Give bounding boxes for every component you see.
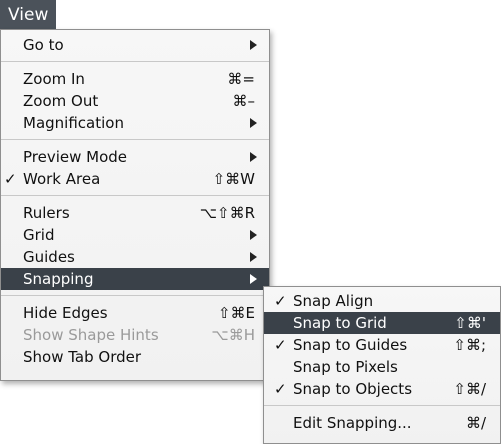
menu-item-label: Preview Mode [23,148,128,166]
checkmark-icon: ✓ [274,336,287,354]
submenu-arrow-icon [250,252,257,262]
menu-item-shortcut: ⇧⌘' [454,314,486,332]
menu-item-snap-align[interactable]: ✓ Snap Align [264,290,500,312]
menu-item-label: Rulers [23,204,70,222]
menu-item-label: Go to [23,36,64,54]
submenu-arrow-icon [250,274,257,284]
menu-item-label: Snap to Guides [293,336,408,354]
menu-separator [1,290,269,302]
menu-item-zoom-out[interactable]: Zoom Out ⌘– [1,90,269,112]
menu-item-zoom-in[interactable]: Zoom In ⌘= [1,68,269,90]
menu-item-work-area[interactable]: ✓ Work Area ⇧⌘W [1,168,269,190]
snapping-submenu: ✓ Snap Align Snap to Grid ⇧⌘' ✓ Snap to … [263,286,501,444]
menu-item-snap-to-guides[interactable]: ✓ Snap to Guides ⇧⌘; [264,334,500,356]
menu-item-show-tab-order[interactable]: Show Tab Order [1,346,269,368]
menu-item-rulers[interactable]: Rulers ⌥⇧⌘R [1,202,269,224]
menu-title-view[interactable]: View [0,0,56,29]
menu-item-grid[interactable]: Grid [1,224,269,246]
menu-item-label: Zoom Out [23,92,99,110]
checkmark-icon: ✓ [274,292,287,310]
menu-item-label: Snap Align [293,292,374,310]
menu-item-shortcut: ⇧⌘; [453,336,486,354]
menu-item-label: Snap to Grid [293,314,387,332]
menu-item-shortcut: ⌘– [232,92,256,110]
menu-item-show-shape-hints[interactable]: Show Shape Hints ⌥⌘H [1,324,269,346]
menu-item-label: Snap to Pixels [293,358,398,376]
menu-item-label: Snapping [23,270,94,288]
menu-item-label: Guides [23,248,75,266]
menu-item-shortcut: ⌥⇧⌘R [199,204,255,222]
menu-separator [264,400,500,412]
submenu-arrow-icon [250,40,257,50]
menu-item-shortcut: ⌘/ [465,414,486,432]
submenu-arrow-icon [250,118,257,128]
menu-item-shortcut: ⇧⌘/ [453,380,486,398]
menu-item-preview-mode[interactable]: Preview Mode [1,146,269,168]
checkmark-icon: ✓ [4,170,17,188]
menu-item-snap-to-objects[interactable]: ✓ Snap to Objects ⇧⌘/ [264,378,500,400]
menu-separator [1,190,269,202]
menu-item-shortcut: ⇧⌘E [217,304,255,322]
menu-item-guides[interactable]: Guides [1,246,269,268]
menu-separator [1,56,269,68]
menu-item-magnification[interactable]: Magnification [1,112,269,134]
menu-item-label: Snap to Objects [293,380,413,398]
menu-item-hide-edges[interactable]: Hide Edges ⇧⌘E [1,302,269,324]
menu-item-label: Zoom In [23,70,85,88]
menu-item-label: Show Shape Hints [23,326,159,344]
menu-item-label: Work Area [23,170,101,188]
submenu-arrow-icon [250,230,257,240]
menu-item-snap-to-grid[interactable]: Snap to Grid ⇧⌘' [264,312,500,334]
menu-item-label: Edit Snapping... [293,414,412,432]
menu-separator [1,134,269,146]
menu-item-snap-to-pixels[interactable]: Snap to Pixels [264,356,500,378]
menu-item-label: Magnification [23,114,124,132]
menu-item-go-to[interactable]: Go to [1,34,269,56]
menu-item-snapping[interactable]: Snapping [1,268,269,290]
checkmark-icon: ✓ [274,380,287,398]
menu-item-label: Show Tab Order [23,348,142,366]
menu-item-shortcut: ⌥⌘H [211,326,255,344]
menu-item-shortcut: ⇧⌘W [212,170,255,188]
menu-item-shortcut: ⌘= [227,70,255,88]
menu-item-label: Grid [23,226,55,244]
menu-item-edit-snapping[interactable]: Edit Snapping... ⌘/ [264,412,500,434]
submenu-arrow-icon [250,152,257,162]
menu-item-label: Hide Edges [23,304,108,322]
view-menu: Go to Zoom In ⌘= Zoom Out ⌘– Magnificati… [0,29,270,381]
